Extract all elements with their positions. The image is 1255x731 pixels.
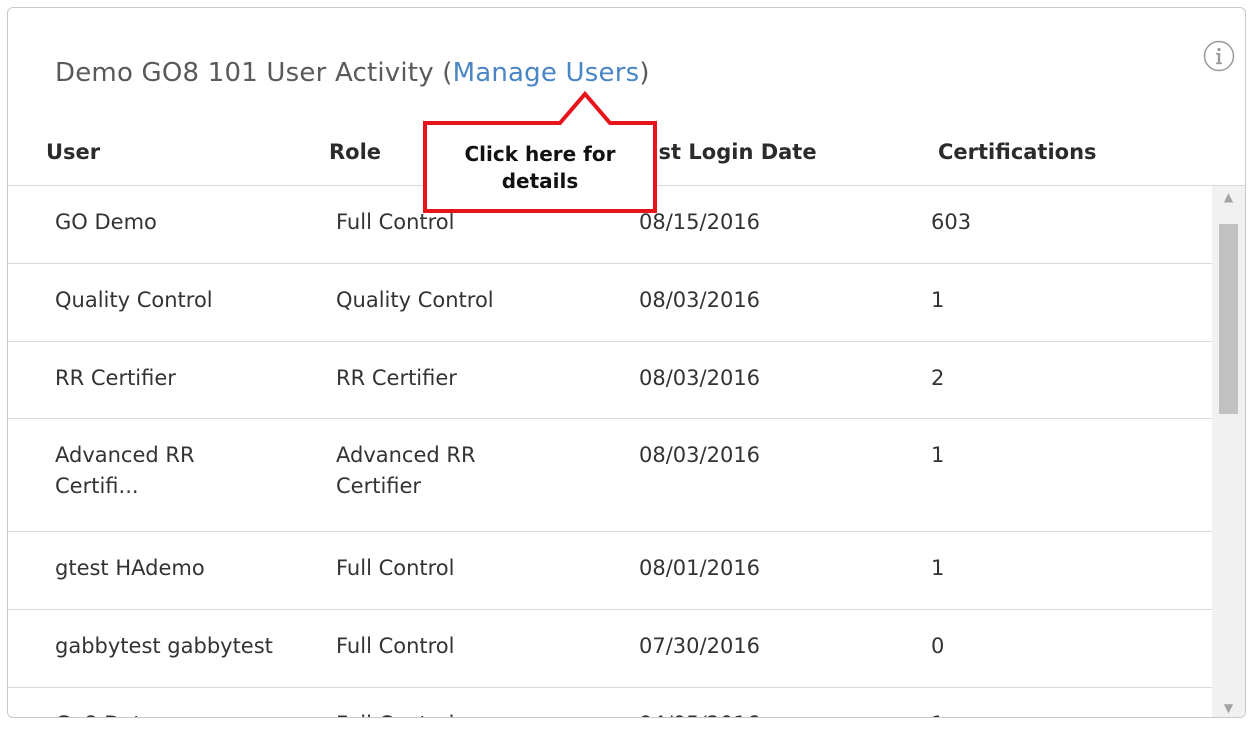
cell-role: RR Certifier [336,366,457,390]
scroll-thumb[interactable] [1219,224,1238,414]
table-body: GO Demo Full Control 08/15/2016 603 Qual… [8,186,1213,717]
cell-certifications: 1 [931,709,1131,717]
table-row[interactable]: gtest HAdemo Full Control 08/01/2016 1 [8,532,1213,610]
cell-user: Go8 Data [55,709,325,717]
scroll-down-arrow-icon[interactable]: ▼ [1212,697,1245,717]
manage-users-link[interactable]: Manage Users [453,58,640,88]
cell-role: Full Control [336,556,455,580]
column-header-role[interactable]: Role [329,140,381,164]
cell-last-login: 08/15/2016 [639,210,761,234]
info-icon[interactable] [1203,40,1235,72]
table-row[interactable]: GO Demo Full Control 08/15/2016 603 [8,186,1213,264]
cell-last-login: 08/01/2016 [639,556,761,580]
cell-user: Quality Control [55,288,213,312]
panel-title-suffix: ) [639,58,650,88]
cell-role: Advanced RR Certifier [336,443,476,498]
cell-user: GO Demo [55,210,157,234]
cell-certifications: 0 [931,634,945,658]
cell-last-login: 07/30/2016 [639,634,761,658]
panel-title-text: Demo GO8 101 User Activity ( [55,58,453,88]
cell-last-login: 08/03/2016 [639,288,761,312]
column-header-certifications[interactable]: Certifications [938,140,1097,164]
column-header-user[interactable]: User [46,140,100,164]
cell-last-login: 08/03/2016 [639,366,761,390]
scroll-up-arrow-icon[interactable]: ▲ [1212,186,1245,208]
cell-role: Quality Control [336,288,494,312]
table-row[interactable]: gabbytest gabbytest Full Control 07/30/2… [8,610,1213,688]
table-row[interactable]: RR Certifier RR Certifier 08/03/2016 2 [8,342,1213,419]
cell-user: gtest HAdemo [55,556,205,580]
column-header-last-login[interactable]: Last Login Date [631,140,817,164]
table-row[interactable]: Advanced RR Certifi... Advanced RR Certi… [8,419,1213,532]
table-header: User Role Last Login Date Certifications [8,128,1245,186]
cell-role: Full Control [336,210,455,234]
cell-certifications: 1 [931,556,945,580]
user-activity-panel: Demo GO8 101 User Activity (Manage Users… [7,7,1246,718]
cell-last-login: 04/05/2016 [639,709,899,717]
cell-user: RR Certifier [55,366,176,390]
cell-user: gabbytest gabbytest [55,634,273,658]
cell-last-login: 08/03/2016 [639,443,761,467]
table-row[interactable]: Go8 Data Full Control 04/05/2016 1 [8,688,1213,717]
vertical-scrollbar[interactable]: ▲ ▼ [1212,186,1245,717]
cell-certifications: 603 [931,210,972,234]
cell-certifications: 1 [931,288,945,312]
cell-certifications: 2 [931,366,945,390]
cell-role: Full Control [336,709,606,717]
cell-certifications: 1 [931,443,945,467]
cell-user: Advanced RR Certifi... [55,443,195,498]
table-row[interactable]: Quality Control Quality Control 08/03/20… [8,264,1213,342]
panel-title: Demo GO8 101 User Activity (Manage Users… [55,58,650,88]
cell-role: Full Control [336,634,455,658]
